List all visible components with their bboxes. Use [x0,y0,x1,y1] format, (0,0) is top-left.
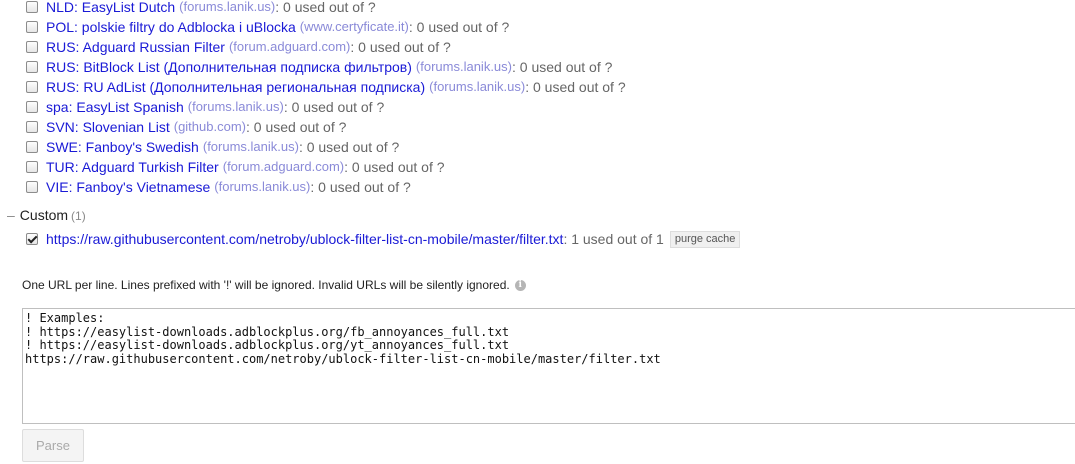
filter-usage-text: : 0 used out of ? [275,0,376,15]
custom-group-header[interactable]: – Custom (1) [7,205,86,225]
filter-usage-text: : 0 used out of ? [283,99,385,115]
filter-list-item: spa: EasyList Spanish (forums.lanik.us): … [26,97,626,117]
filter-checkbox[interactable] [26,233,38,245]
filter-name-link[interactable]: SWE: Fanboy's Swedish [46,137,199,157]
filter-name-link[interactable]: SVN: Slovenian List [46,117,170,137]
parse-button[interactable]: Parse [22,429,84,462]
filter-support-link[interactable]: (forums.lanik.us) [188,97,284,117]
filter-support-link[interactable]: (forum.adguard.com) [229,37,350,57]
filter-name-link[interactable]: RUS: BitBlock List (Дополнительная подпи… [46,57,412,77]
custom-filter-url-link[interactable]: https://raw.githubusercontent.com/netrob… [46,229,563,249]
filter-name-link[interactable]: VIE: Fanboy's Vietnamese [46,177,210,197]
filter-list-item: SVN: Slovenian List (github.com): 0 used … [26,117,626,137]
filter-list-item: RUS: RU AdList (Дополнительная региональ… [26,77,626,97]
filter-name-link[interactable]: spa: EasyList Spanish [46,97,184,117]
info-icon[interactable]: i [514,279,526,291]
filter-name-link[interactable]: NLD: EasyList Dutch [46,0,175,17]
filter-checkbox[interactable] [26,181,38,193]
filter-checkbox[interactable] [26,81,38,93]
filter-usage-text: : 0 used out of ? [350,39,451,55]
custom-group-title[interactable]: Custom [20,207,68,223]
filter-usage-text: : 0 used out of ? [310,179,411,195]
filter-checkbox[interactable] [26,21,38,33]
filter-checkbox[interactable] [26,141,38,153]
collapse-toggle-icon[interactable]: – [7,207,15,223]
filter-list-item: RUS: Adguard Russian Filter (forum.adguar… [26,37,626,57]
filter-usage-text: : 0 used out of ? [298,139,400,155]
custom-filter-item: https://raw.githubusercontent.com/netrob… [26,229,741,249]
filter-support-link[interactable]: (forums.lanik.us) [203,137,299,157]
filter-usage-text: : 0 used out of ? [525,79,626,95]
filter-usage-text: : 0 used out of ? [344,159,445,175]
filter-usage-text: : 0 used out of ? [511,59,613,75]
filter-name-link[interactable]: TUR: Adguard Turkish Filter [46,157,219,177]
filter-checkbox[interactable] [26,161,38,173]
filter-support-link[interactable]: (www.certyficate.it) [300,17,409,37]
purge-cache-button[interactable]: purge cache [669,230,741,248]
filter-support-link[interactable]: (forums.lanik.us) [214,177,310,197]
import-hint: One URL per line. Lines prefixed with '!… [22,277,526,293]
custom-group-count: (1) [71,209,86,223]
filter-name-link[interactable]: POL: polskie filtry do Adblocka i uBlock… [46,17,296,37]
filter-list-item: POL: polskie filtry do Adblocka i uBlock… [26,17,626,37]
filter-support-link[interactable]: (forum.adguard.com) [223,157,344,177]
filter-checkbox[interactable] [26,1,38,13]
filter-list-item: NLD: EasyList Dutch (forums.lanik.us): 0 … [26,0,626,17]
filter-usage-text: : 1 used out of 1 [563,231,664,247]
filter-support-link[interactable]: (forums.lanik.us) [416,57,512,77]
filter-name-link[interactable]: RUS: Adguard Russian Filter [46,37,225,57]
import-hint-text: One URL per line. Lines prefixed with '!… [22,278,510,292]
filter-usage-text: : 0 used out of ? [245,119,347,135]
filter-name-link[interactable]: RUS: RU AdList (Дополнительная региональ… [46,77,425,97]
filter-list-item: TUR: Adguard Turkish Filter (forum.adguar… [26,157,626,177]
filter-list-item: SWE: Fanboy's Swedish (forums.lanik.us): … [26,137,626,157]
filter-checkbox[interactable] [26,61,38,73]
import-urls-textarea[interactable]: ! Examples: ! https://easylist-downloads… [22,308,1075,424]
filter-usage-text: : 0 used out of ? [408,19,510,35]
filter-checkbox[interactable] [26,101,38,113]
filter-support-link[interactable]: (github.com) [174,117,246,137]
filter-list-item: RUS: BitBlock List (Дополнительная подпи… [26,57,626,77]
filter-list-item: VIE: Fanboy's Vietnamese (forums.lanik.us… [26,177,626,197]
filter-checkbox[interactable] [26,121,38,133]
custom-filter-list: https://raw.githubusercontent.com/netrob… [26,229,741,249]
filter-support-link[interactable]: (forums.lanik.us) [429,77,525,97]
filter-list: NLD: EasyList Dutch (forums.lanik.us): 0 … [26,0,626,197]
filter-checkbox[interactable] [26,41,38,53]
filter-support-link[interactable]: (forums.lanik.us) [179,0,275,17]
